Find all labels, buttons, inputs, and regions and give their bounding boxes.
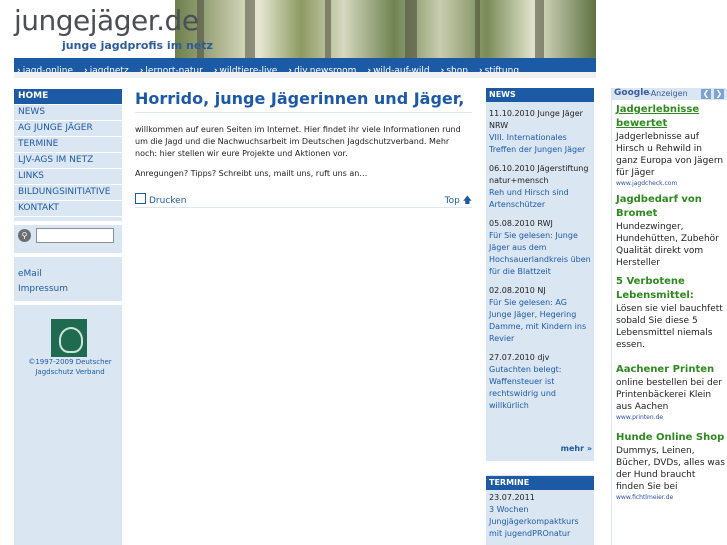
ad-url[interactable]: www.jagdcheck.com: [616, 179, 725, 189]
site-header: jungejäger.de junge jagdprofis im netz: [0, 0, 727, 58]
news-item: 11.10.2010 Junge Jäger NRW VIII. Interna…: [486, 108, 594, 156]
main-content: Horrido, junge Jägerinnen und Jäger, wil…: [135, 89, 472, 208]
top-link-label: Top: [444, 196, 460, 206]
news-title-link[interactable]: Für Sie gelesen: AG Junge Jäger, Hegerin…: [489, 297, 591, 345]
print-link[interactable]: Drucken: [149, 196, 186, 206]
ad-title-link[interactable]: Jadgerlebnisse bewertet: [616, 103, 725, 131]
news-item: 06.10.2010 Jägerstiftung natur+mensch Re…: [486, 163, 594, 211]
copyright-line-1: ©1997-2009 Deutscher: [28, 358, 112, 366]
sidebar-item-home[interactable]: HOME: [14, 89, 122, 105]
ad-title-link[interactable]: Aachener Printen: [616, 363, 725, 377]
title-rule: [135, 112, 472, 113]
sidebar-item-kontakt[interactable]: KONTAKT: [14, 201, 122, 217]
sidebar-item-links[interactable]: LINKS: [14, 169, 122, 185]
news-header: NEWS: [486, 88, 594, 102]
print-icon[interactable]: [135, 193, 146, 204]
news-item: 05.08.2010 RWJ Für Sie gelesen: Junge Jä…: [486, 218, 594, 278]
ad-title-link[interactable]: Hunde Online Shop: [616, 431, 725, 445]
ad-title-link[interactable]: Jagdbedarf von Bromet: [616, 193, 725, 221]
email-link[interactable]: eMail: [18, 267, 68, 282]
sidebar-item-news[interactable]: NEWS: [14, 105, 122, 121]
print-row: Drucken Top 🡅: [135, 193, 472, 208]
sidebar-item-ljv-ags[interactable]: LJV-AGS IM NETZ: [14, 153, 122, 169]
sidebar-item-termine[interactable]: TERMINE: [14, 137, 122, 153]
ads-next-icon[interactable]: ❯: [714, 89, 724, 99]
copyright-text: ©1997-2009 Deutscher Jagdschutz Verband: [24, 357, 116, 377]
news-title-link[interactable]: Gutachten belegt: Waffensteuer ist recht…: [489, 364, 591, 412]
site-logo-subtitle: junge jagdprofis im netz: [62, 39, 213, 52]
ad-body: Lösen sie viel bauchfett sobald Sie dies…: [616, 304, 723, 350]
sidebar-item-bildungsinitiative[interactable]: BILDUNGSINITIATIVE: [14, 185, 122, 201]
left-sidebar: HOME NEWS AG JUNGE JÄGER TERMINE LJV-AGS…: [14, 89, 122, 545]
search-icon[interactable]: ⚲: [18, 229, 31, 242]
print-rule: [135, 207, 472, 208]
ad-url[interactable]: www.printen.de: [616, 413, 725, 423]
ad-body: Jadgerlebnisse auf Hirsch u Rehwild in g…: [616, 132, 724, 178]
ad-body: Hundezwinger, Hundehütten, Zubehör Quali…: [616, 222, 719, 268]
top-navigation: jagd-onlinejagdnetzlernort-naturwildtier…: [14, 58, 596, 76]
news-date: 11.10.2010 Junge Jäger NRW: [489, 109, 583, 130]
news-sidebar: NEWS 11.10.2010 Junge Jäger NRW VIII. In…: [486, 88, 594, 545]
sidebar-divider: [14, 301, 122, 305]
news-date: 27.07.2010 djv: [489, 353, 550, 362]
news-date: 05.08.2010 RWJ: [489, 219, 553, 228]
page-title: Horrido, junge Jägerinnen und Jäger,: [135, 89, 465, 108]
news-title-link[interactable]: VIII. Internationales Treffen der Jungen…: [489, 132, 591, 156]
ad-item: Aachener Printen online bestellen bei de…: [612, 363, 727, 423]
sidebar-search: ⚲: [18, 228, 118, 246]
ads-prev-icon[interactable]: ❮: [701, 89, 711, 99]
ad-item: 5 Verbotene Lebensmittel: Lösen sie viel…: [612, 275, 727, 351]
termine-title-link[interactable]: 3 Wochen Jungjägerkompaktkurs mit jugend…: [489, 504, 591, 540]
header-forest-image: [175, 0, 596, 58]
djv-emblem-icon[interactable]: [51, 319, 87, 357]
sidebar-item-ag-junge-jaeger[interactable]: AG JUNGE JÄGER: [14, 121, 122, 137]
termine-date: 23.07.2011: [489, 493, 535, 502]
termine-item: 23.07.2011 3 Wochen Jungjägerkompaktkurs…: [486, 492, 594, 540]
news-date: 02.08.2010 NJ: [489, 286, 546, 295]
impressum-link[interactable]: Impressum: [18, 282, 68, 297]
news-divider: [486, 461, 594, 475]
news-date: 06.10.2010 Jägerstiftung natur+mensch: [489, 164, 589, 185]
site-logo-title[interactable]: jungejäger.de: [14, 4, 199, 37]
arrow-up-icon: 🡅: [462, 196, 472, 206]
header-divider: [14, 72, 596, 78]
ad-item: Jagdbedarf von Bromet Hundezwinger, Hund…: [612, 193, 727, 269]
news-more-link[interactable]: mehr »: [561, 444, 592, 453]
ad-item: Jadgerlebnisse bewertet Jadgerlebnisse a…: [612, 103, 727, 189]
sidebar-divider: [14, 253, 122, 257]
ad-body: online bestellen bei der Printenbäckerei…: [616, 378, 722, 412]
ads-label: -Anzeigen: [648, 89, 688, 98]
sidebar-divider: [14, 221, 122, 225]
left-navigation: HOME NEWS AG JUNGE JÄGER TERMINE LJV-AGS…: [14, 89, 122, 217]
intro-paragraph: willkommen auf euren Seiten im Internet.…: [135, 125, 461, 158]
ad-title-link[interactable]: 5 Verbotene Lebensmittel:: [616, 275, 725, 303]
news-item: 27.07.2010 djv Gutachten belegt: Waffens…: [486, 352, 594, 412]
news-title-link[interactable]: Für Sie gelesen: Junge Jäger aus dem Hoc…: [489, 230, 591, 278]
ads-header: Google -Anzeigen ❮ ❯: [612, 88, 727, 100]
contact-paragraph: Anregungen? Tipps? Schreibt uns, mailt u…: [135, 169, 368, 178]
copyright-line-2: Jagdschutz Verband: [35, 368, 105, 376]
sidebar-links: eMail Impressum: [18, 267, 68, 297]
ad-url[interactable]: www.fichtlmeier.de: [616, 493, 725, 503]
news-title-link[interactable]: Reh und Hirsch sind Artenschützer: [489, 187, 591, 211]
google-logo[interactable]: Google: [614, 88, 649, 98]
search-input[interactable]: [36, 228, 114, 243]
news-item: 02.08.2010 NJ Für Sie gelesen: AG Junge …: [486, 285, 594, 345]
ad-item: Hunde Online Shop Dummys, Leinen, Bücher…: [612, 431, 727, 503]
termine-header: TERMINE: [486, 476, 594, 490]
google-ads-column: Google -Anzeigen ❮ ❯ Jadgerlebnisse bewe…: [611, 88, 727, 545]
ad-body: Dummys, Leinen, Bücher, DVDs, alles was …: [616, 446, 725, 492]
